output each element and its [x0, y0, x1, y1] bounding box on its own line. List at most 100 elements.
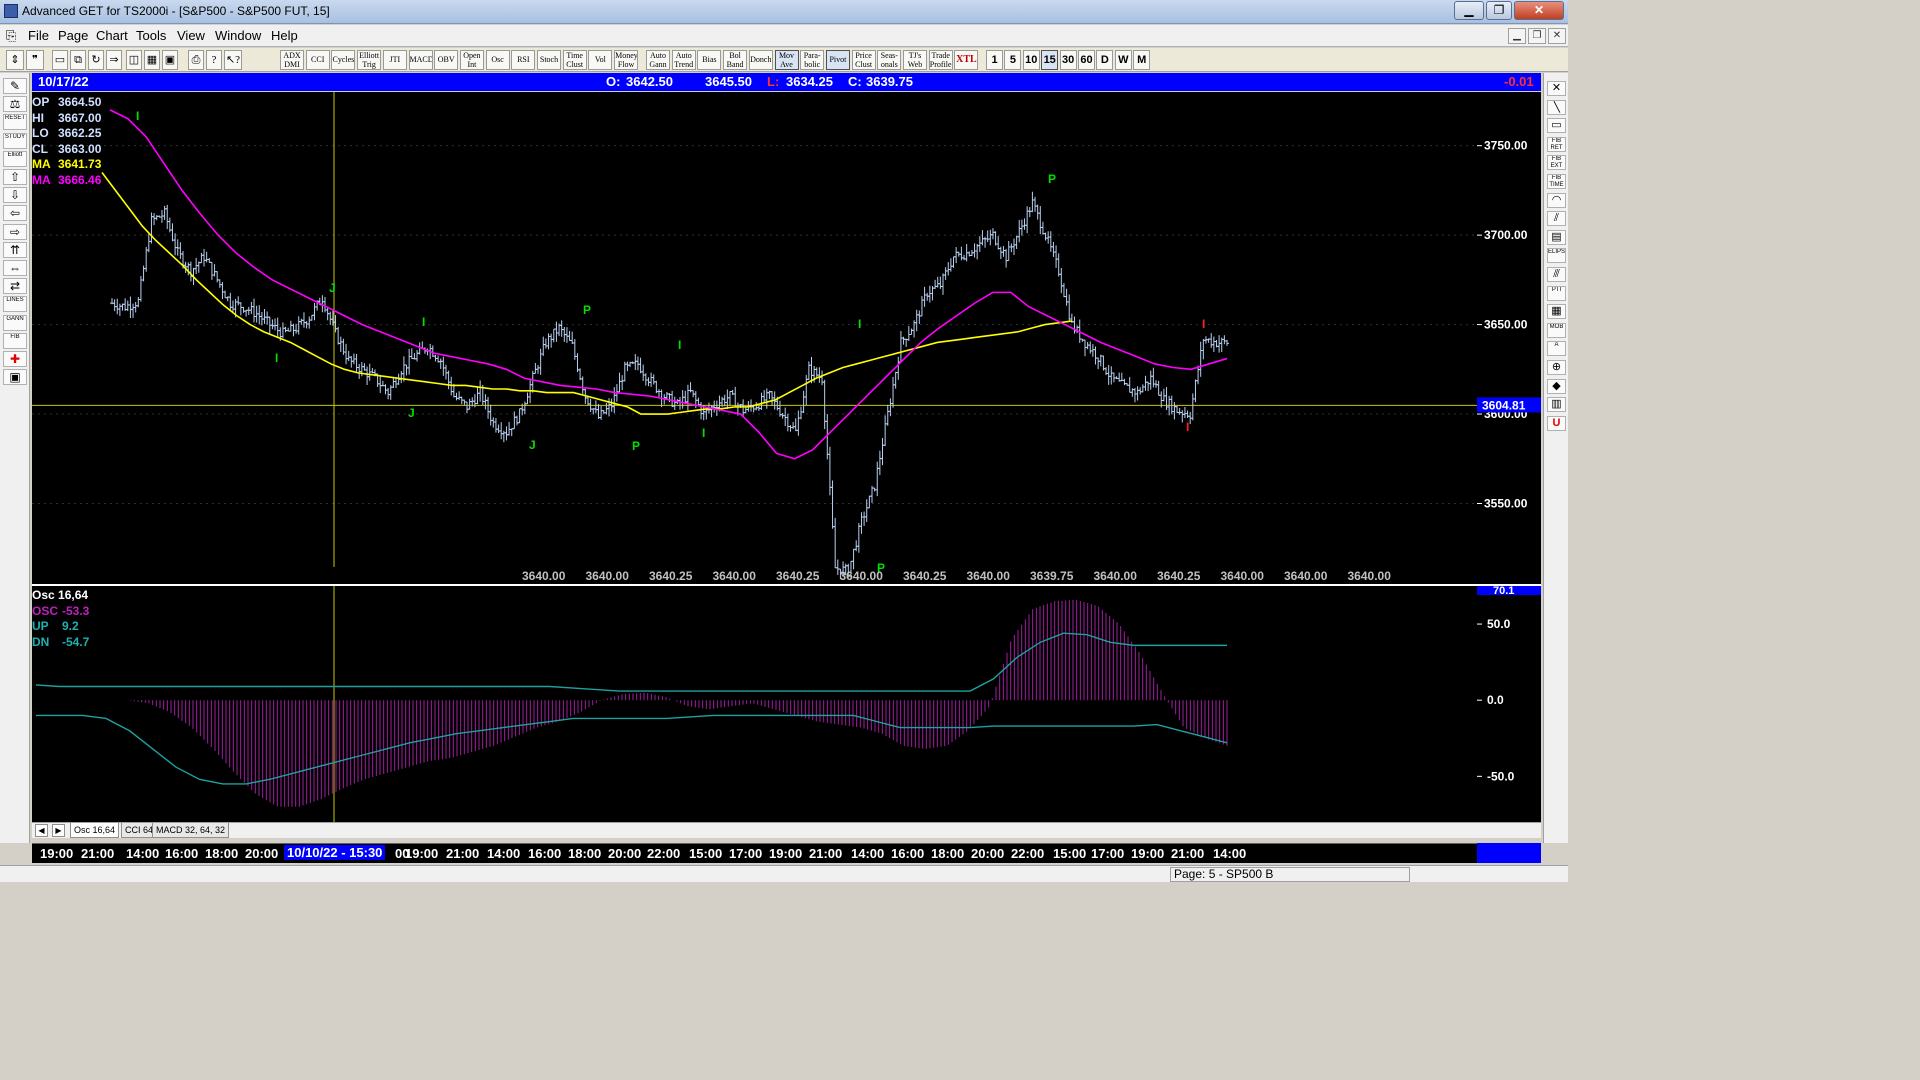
price-axis[interactable]: 3750.00 3700.00 3650.00 3600.00 3550.00 3604.… [1415, 92, 1541, 584]
right-tool-12[interactable]: ▦ [1547, 304, 1566, 320]
overlay-button-tjsweb[interactable]: TJ's Web [903, 50, 927, 70]
study-button-adxdmi[interactable]: ADX DMI [280, 50, 304, 70]
right-tool-4[interactable]: FIB EXT [1547, 155, 1566, 171]
interval-button-m[interactable]: M [1133, 50, 1151, 70]
overlay-button-donch[interactable]: Donch [748, 50, 773, 70]
left-tool-3[interactable]: STUDY [3, 132, 27, 149]
copy-icon[interactable]: ⧉ [70, 50, 86, 70]
right-tool-8[interactable]: ▤ [1547, 229, 1566, 245]
right-tool-1[interactable]: ╲ [1547, 99, 1566, 115]
left-tool-0[interactable]: ✎ [3, 78, 27, 94]
overlay-button-xtl[interactable]: XTL [954, 50, 979, 70]
interval-button-5[interactable]: 5 [1004, 50, 1022, 70]
study-button-moneyflow[interactable]: Money Flow [614, 50, 639, 70]
maximize-button[interactable]: ❐ [1486, 1, 1512, 20]
right-tool-9[interactable]: ELIPS [1547, 248, 1566, 264]
oscillator-pane[interactable]: Osc 16,64 OSC -53.3 UP 9.2 DN -54.7 [32, 586, 1477, 822]
study-button-vol[interactable]: Vol [588, 50, 613, 70]
mdi-minimize-button[interactable]: ▁ [1508, 28, 1526, 44]
overlay-button-autotrend[interactable]: Auto Trend [671, 50, 696, 70]
left-tool-12[interactable]: LINES [3, 296, 27, 313]
overlay-button-bolband[interactable]: Bol Band [723, 50, 748, 70]
menu-view[interactable]: View [177, 28, 205, 43]
left-tool-11[interactable]: ⇄ [3, 278, 27, 295]
study-button-osc[interactable]: Osc [485, 50, 510, 70]
tab-macd[interactable]: MACD 32, 64, 32 [152, 823, 230, 838]
help-icon[interactable]: ? [206, 50, 222, 70]
overlay-button-parabolic[interactable]: Para-bolic [800, 50, 825, 70]
right-tool-3[interactable]: FIB RET [1547, 136, 1566, 152]
forward-icon[interactable]: ⇒ [106, 50, 122, 70]
mdi-restore-button[interactable]: ❐ [1528, 28, 1546, 44]
tab-prev-button[interactable]: ◀ [35, 824, 48, 837]
right-tool-6[interactable]: ◠ [1547, 192, 1566, 208]
right-tool-16[interactable]: ◆ [1547, 378, 1566, 394]
overlay-button-pivot[interactable]: Pivot [825, 50, 850, 70]
print-icon[interactable]: ⎙ [188, 50, 204, 70]
right-tool-7[interactable]: ⫽ [1547, 211, 1566, 227]
price-chart-pane[interactable]: I I J J I J P P I I I P P I I 3640.00 3640.00 3640.25 3640… [32, 92, 1477, 584]
right-tool-13[interactable]: MOB [1547, 322, 1566, 338]
overlay-button-autogann[interactable]: Auto Gann [646, 50, 670, 70]
study-button-timeclust[interactable]: Time Clust [562, 50, 587, 70]
document-icon[interactable]: ⎘ [6, 28, 16, 44]
left-tool-2[interactable]: RESET [3, 114, 27, 131]
context-help-icon[interactable]: ↖? [224, 50, 242, 70]
interval-button-d[interactable]: D [1096, 50, 1114, 70]
left-tool-5[interactable]: ⇧ [3, 169, 27, 185]
study-button-macd[interactable]: MACD [408, 50, 433, 70]
overlay-button-seasonals[interactable]: Seas-onals [877, 50, 902, 70]
study-button-elliotttrig[interactable]: Elliott Trig [357, 50, 382, 70]
oscillator-axis[interactable]: 50.0 0.0 -50.0 70.1 [1477, 585, 1541, 822]
left-tool-8[interactable]: ⇨ [3, 223, 27, 240]
right-tool-17[interactable]: ▥ [1547, 397, 1566, 413]
menu-tools[interactable]: Tools [136, 28, 166, 43]
study-button-cycles[interactable]: Cycles [331, 50, 356, 70]
right-tool-15[interactable]: ⊕ [1547, 360, 1566, 375]
left-tool-6[interactable]: ⇩ [3, 187, 27, 204]
menu-window[interactable]: Window [215, 28, 261, 43]
tab-osc[interactable]: Osc 16,64 [70, 823, 120, 838]
refresh-icon[interactable]: ↻ [88, 50, 104, 70]
grid-icon[interactable]: ▦ [144, 50, 160, 70]
quote-icon[interactable]: ❞ [26, 50, 44, 70]
menu-chart[interactable]: Chart [96, 28, 128, 43]
time-axis[interactable]: 19:00 21:00 14:00 16:00 18:00 20:00 10/10/22 -… [32, 843, 1477, 863]
left-tool-13[interactable]: GANN [3, 314, 27, 331]
study-button-jti[interactable]: JTI [382, 50, 407, 70]
interval-button-15[interactable]: 15 [1041, 50, 1059, 70]
overlay-button-movave[interactable]: Mov Ave [774, 50, 799, 70]
study-button-rsi[interactable]: RSI [511, 50, 536, 70]
right-tool-14[interactable]: A [1547, 341, 1566, 357]
left-tool-7[interactable]: ⇦ [3, 205, 27, 222]
left-tool-14[interactable]: FIB [3, 332, 27, 349]
overlay-button-tradeprofile[interactable]: Trade Profile [928, 50, 953, 70]
overlay-button-bias[interactable]: Bias [697, 50, 722, 70]
interval-button-w[interactable]: W [1114, 50, 1132, 70]
interval-button-1[interactable]: 1 [986, 50, 1003, 70]
left-tool-15[interactable]: ✚ [3, 351, 27, 367]
interval-button-30[interactable]: 30 [1059, 50, 1077, 70]
study-button-openint[interactable]: Open Int [459, 50, 484, 70]
study-button-stoch[interactable]: Stoch [537, 50, 561, 70]
close-button[interactable]: ✕ [1514, 1, 1564, 20]
menu-file[interactable]: File [28, 28, 49, 43]
menu-page[interactable]: Page [58, 28, 88, 43]
left-tool-10[interactable]: ⇔ [3, 260, 27, 276]
menu-help[interactable]: Help [271, 28, 298, 43]
right-tool-18[interactable]: U [1547, 415, 1566, 431]
right-tool-10[interactable]: ⫻ [1547, 267, 1566, 282]
mdi-close-button[interactable]: ✕ [1548, 28, 1566, 44]
left-tool-1[interactable]: ⚖ [3, 96, 27, 113]
left-tool-4[interactable]: Elliott [3, 150, 27, 167]
study-button-obv[interactable]: OBV [434, 50, 459, 70]
right-tool-0[interactable]: ✕ [1547, 81, 1566, 96]
pointer-icon[interactable]: ⇕ [6, 50, 24, 70]
overlay-button-priceclust[interactable]: Price Clust [851, 50, 876, 70]
left-tool-9[interactable]: ⇈ [3, 241, 27, 258]
new-page-icon[interactable]: ▭ [52, 50, 68, 70]
right-tool-11[interactable]: PTI [1547, 285, 1566, 301]
save-icon[interactable]: ▣ [162, 50, 178, 70]
interval-button-10[interactable]: 10 [1022, 50, 1040, 70]
interval-button-60[interactable]: 60 [1078, 50, 1095, 70]
